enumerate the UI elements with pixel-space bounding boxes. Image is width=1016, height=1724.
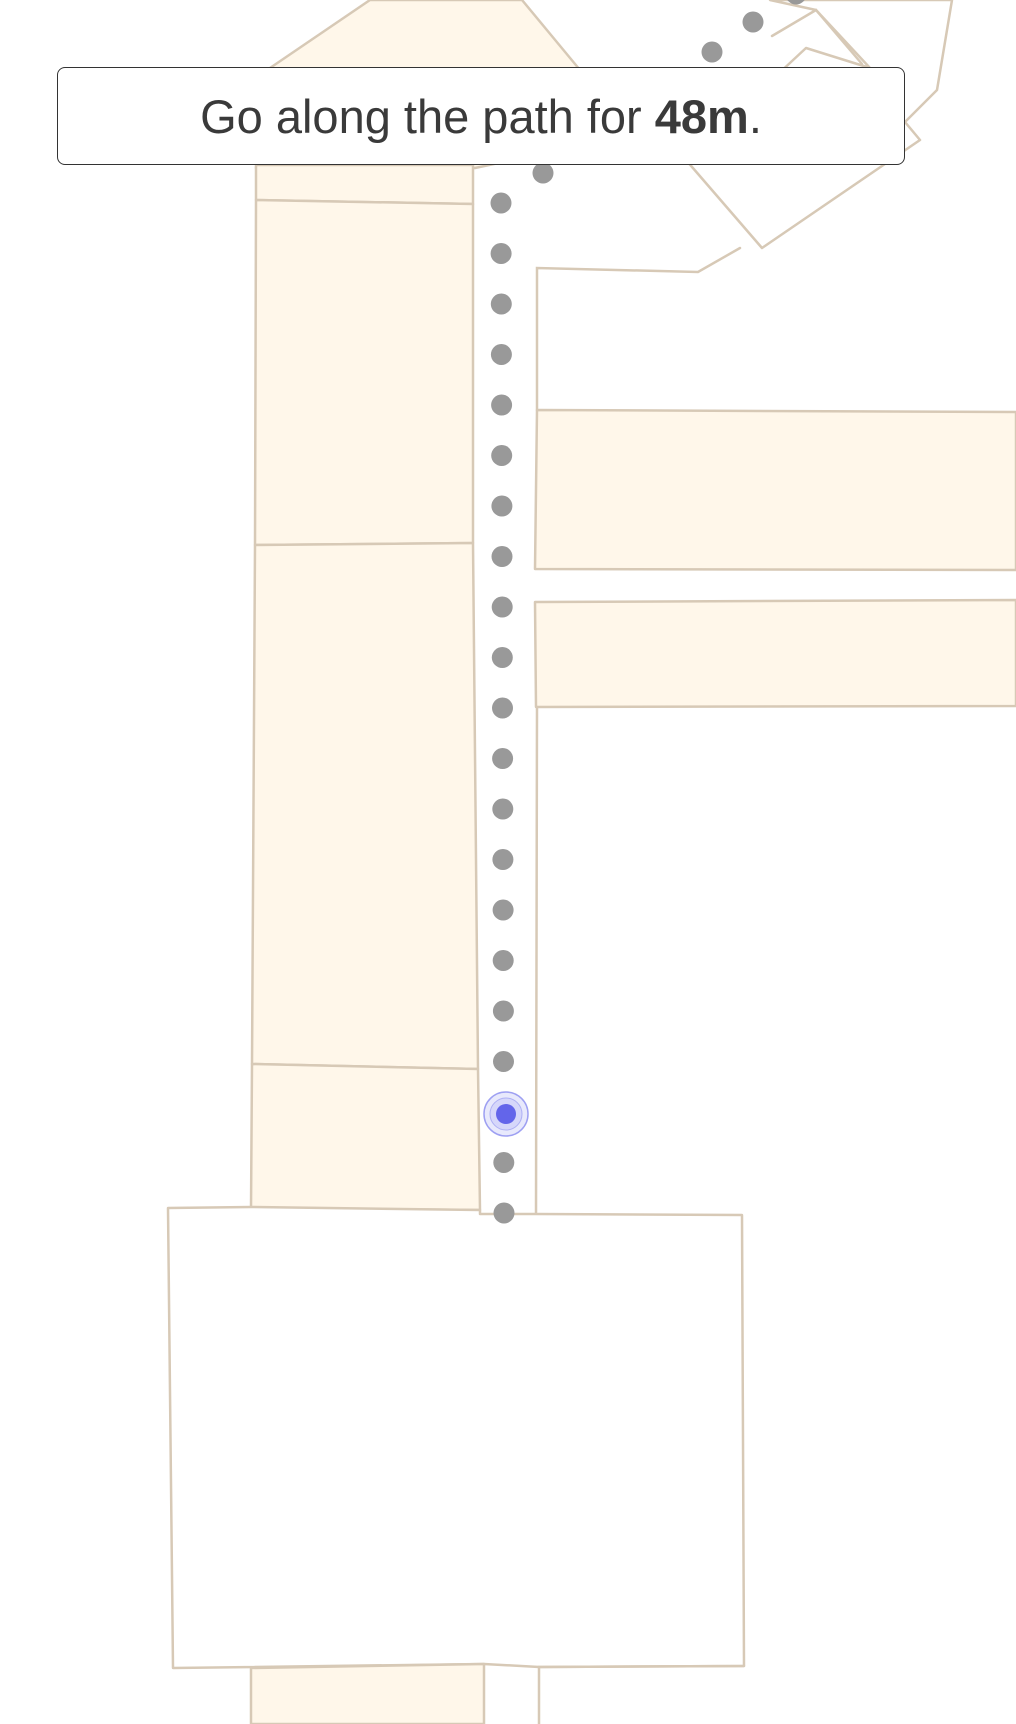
room-bottom-left [249, 1662, 486, 1724]
current-location-marker [483, 1091, 529, 1137]
route-dot [491, 596, 513, 618]
route-dot [492, 899, 514, 921]
route-dot [490, 293, 512, 315]
route-dot [701, 41, 723, 63]
room-bottom-large [166, 1205, 746, 1670]
route-dot [492, 748, 514, 769]
route-dot [742, 11, 764, 33]
instruction-prefix: Go along the path for [200, 89, 655, 143]
indoor-map[interactable] [0, 0, 1016, 1724]
route-dot [490, 344, 512, 365]
room-right-lower [533, 598, 1016, 709]
wall-upper-right-room [535, 246, 742, 412]
route-dot [491, 546, 513, 567]
route-dot [491, 394, 513, 416]
instruction-distance: 48m [654, 89, 749, 143]
route-dot [492, 849, 514, 870]
route-dot [490, 243, 512, 264]
wall-corridor-right [534, 705, 539, 1216]
room-left-2 [253, 198, 475, 547]
room-left-3 [250, 541, 480, 1071]
route-dot [493, 1051, 514, 1072]
route-dot [493, 1152, 515, 1173]
route-dot [492, 697, 513, 719]
room-right-upper [533, 408, 1016, 572]
route-dot [492, 950, 514, 971]
route-dot [493, 1202, 515, 1224]
route-dot [491, 495, 513, 517]
instruction-suffix: . [748, 89, 762, 143]
instruction-banner: Go along the path for 48m. [57, 67, 905, 165]
route-dot [490, 192, 512, 214]
room-left-1 [254, 163, 475, 206]
route-dot [492, 1000, 514, 1022]
route-dot [532, 162, 554, 184]
route-dot [491, 647, 513, 668]
route-dot [492, 798, 514, 820]
room-left-4 [249, 1062, 482, 1212]
route-dot [491, 445, 513, 466]
wall-bottom-right [537, 1664, 746, 1724]
